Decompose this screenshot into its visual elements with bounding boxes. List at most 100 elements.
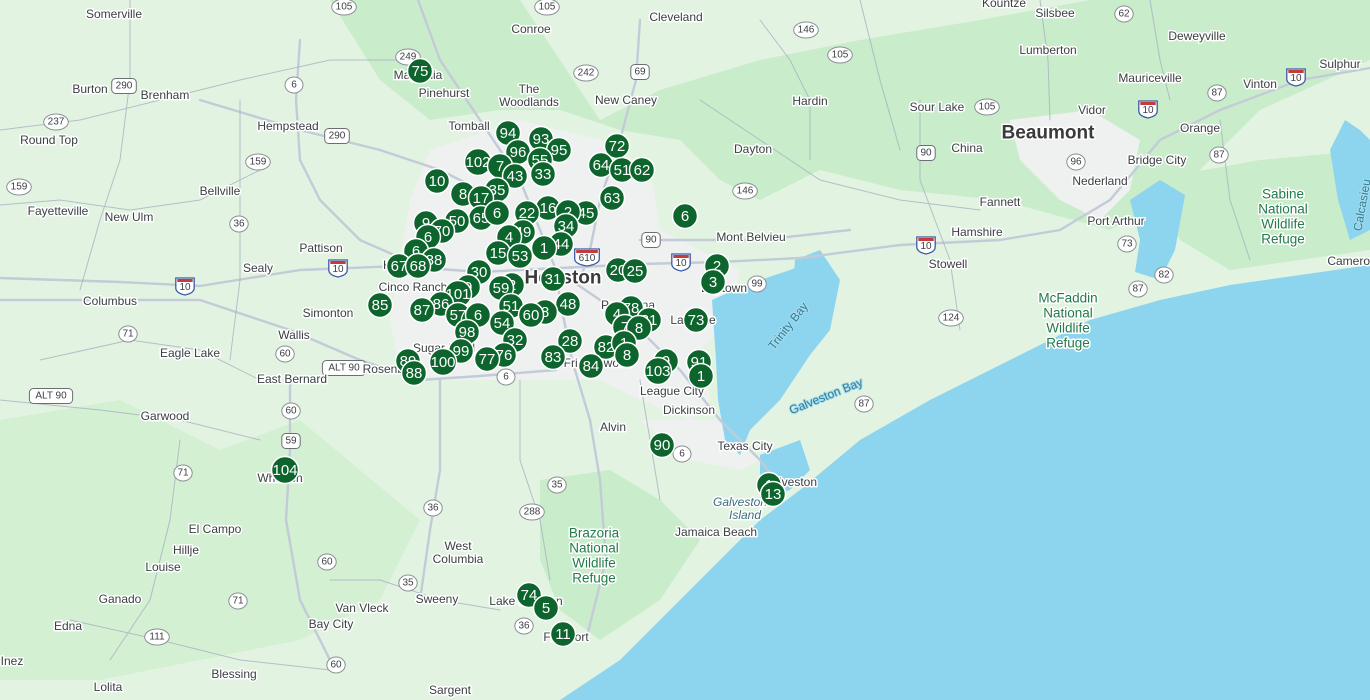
location-marker[interactable]: 103	[643, 356, 673, 386]
location-marker[interactable]: 85	[366, 291, 394, 319]
location-marker[interactable]: 53	[506, 242, 534, 270]
route-shield-state: 288	[519, 503, 545, 521]
location-marker[interactable]: 1	[530, 234, 558, 262]
place-label: Mont Belvieu	[716, 230, 785, 244]
location-marker[interactable]: 33	[529, 160, 557, 188]
place-label: Kountze	[982, 0, 1026, 10]
place-label: Edna	[54, 619, 82, 633]
place-label: Columbus	[83, 294, 137, 308]
location-marker[interactable]: 68	[404, 252, 432, 280]
place-label: Somerville	[86, 7, 142, 21]
location-marker[interactable]: 100	[428, 347, 458, 377]
place-label: Conroe	[511, 22, 551, 36]
route-shield-label: 90	[920, 148, 932, 159]
location-marker[interactable]: 60	[517, 301, 545, 329]
route-shield-state: 73	[1117, 235, 1137, 253]
route-shield-label: 87	[1211, 88, 1223, 99]
place-label: Hardin	[792, 94, 827, 108]
location-marker[interactable]: 83	[539, 343, 567, 371]
location-marker-label: 83	[545, 349, 562, 366]
place-label: Island	[729, 508, 761, 522]
place-label: Tomball	[448, 119, 489, 133]
route-shield-state: 71	[118, 325, 138, 343]
route-shield-label: 6	[679, 449, 685, 460]
place-label: Ganado	[99, 592, 142, 606]
location-marker[interactable]: 88	[400, 359, 428, 387]
location-marker[interactable]: 31	[539, 265, 567, 293]
route-shield-label: 36	[518, 621, 530, 632]
location-marker[interactable]: 15	[484, 239, 512, 267]
route-shield-state: 60	[275, 345, 295, 363]
route-shield-label: 62	[1118, 9, 1130, 20]
map-canvas[interactable]: 105 10514662249242 69105290 6105 10871023729…	[0, 0, 1370, 700]
location-marker[interactable]: 11	[549, 620, 577, 648]
route-shield-label: 82	[1158, 270, 1170, 281]
route-shield-label: 105	[539, 2, 556, 13]
location-marker-label: 102	[465, 154, 490, 171]
route-shield-state: 111	[144, 628, 170, 646]
place-label: Alvin	[600, 420, 626, 434]
place-label: Bellville	[200, 184, 241, 198]
location-marker[interactable]: 8	[613, 341, 641, 369]
location-marker[interactable]: 25	[621, 257, 649, 285]
location-marker[interactable]: 10	[423, 167, 451, 195]
place-label: West	[444, 539, 472, 553]
route-shield-label: 105	[832, 50, 849, 61]
route-shield-label: 105	[979, 102, 996, 113]
route-shield-state: 105	[534, 0, 560, 16]
location-marker-label: 64	[593, 157, 610, 174]
location-marker[interactable]: 90	[648, 431, 676, 459]
route-shield-interstate: 10	[916, 236, 936, 255]
route-shield-label: 90	[645, 235, 657, 246]
location-marker[interactable]: 13	[759, 480, 787, 508]
route-shield-label: 146	[798, 25, 815, 36]
route-shield-state: 237	[43, 113, 69, 131]
place-label: El Campo	[189, 522, 242, 536]
route-shield-state: 6	[284, 76, 304, 94]
location-marker-label: 100	[430, 354, 455, 371]
location-marker-label: 10	[429, 173, 446, 190]
location-marker-label: 72	[609, 138, 626, 155]
location-marker[interactable]: 5	[532, 594, 560, 622]
route-shield-us: 290	[324, 128, 350, 144]
location-marker[interactable]: 73	[682, 306, 710, 334]
location-marker[interactable]: 63	[598, 184, 626, 212]
location-marker[interactable]: 1	[687, 362, 715, 390]
route-shield-state: 87	[854, 395, 874, 413]
location-marker-label: 60	[523, 307, 540, 324]
location-marker[interactable]: 104	[270, 455, 300, 485]
location-marker[interactable]: 3	[699, 268, 727, 296]
location-marker-label: 88	[406, 365, 423, 382]
route-shield-label: 10	[675, 258, 687, 269]
route-shield-interstate: 10	[175, 277, 195, 296]
route-shield-state: 87	[1209, 146, 1229, 164]
location-marker[interactable]: 87	[408, 296, 436, 324]
location-marker-label: 17	[473, 190, 490, 207]
route-shield-state: 242	[573, 64, 599, 82]
location-marker[interactable]: 48	[554, 290, 582, 318]
place-label: National	[569, 541, 619, 556]
location-marker[interactable]: 62	[628, 156, 656, 184]
route-shield-label: 60	[285, 406, 297, 417]
location-marker[interactable]: 75	[406, 57, 434, 85]
route-shield-state: 105	[827, 46, 853, 64]
location-marker-label: 6	[474, 307, 482, 324]
place-label: Sargent	[429, 683, 472, 697]
route-shield-label: 96	[1070, 157, 1082, 168]
location-marker[interactable]: 77	[473, 345, 501, 373]
place-label: Galveston	[713, 495, 767, 509]
location-marker[interactable]: 6	[671, 202, 699, 230]
route-shield-state: 159	[6, 178, 32, 196]
route-shield-label: 610	[579, 253, 596, 264]
route-shield-interstate: 10	[328, 259, 348, 278]
route-shield-label: 10	[920, 241, 932, 252]
location-marker[interactable]: 6	[483, 199, 511, 227]
location-marker-label: 33	[535, 166, 552, 183]
place-label: Cameron	[1327, 254, 1370, 268]
route-shield-state: 71	[173, 464, 193, 482]
location-marker[interactable]: 84	[577, 352, 605, 380]
route-shield-label: 105	[336, 2, 353, 13]
route-shield-state: 60	[317, 553, 337, 571]
place-label: Bridge City	[1128, 153, 1187, 167]
place-label: Stowell	[929, 257, 968, 271]
